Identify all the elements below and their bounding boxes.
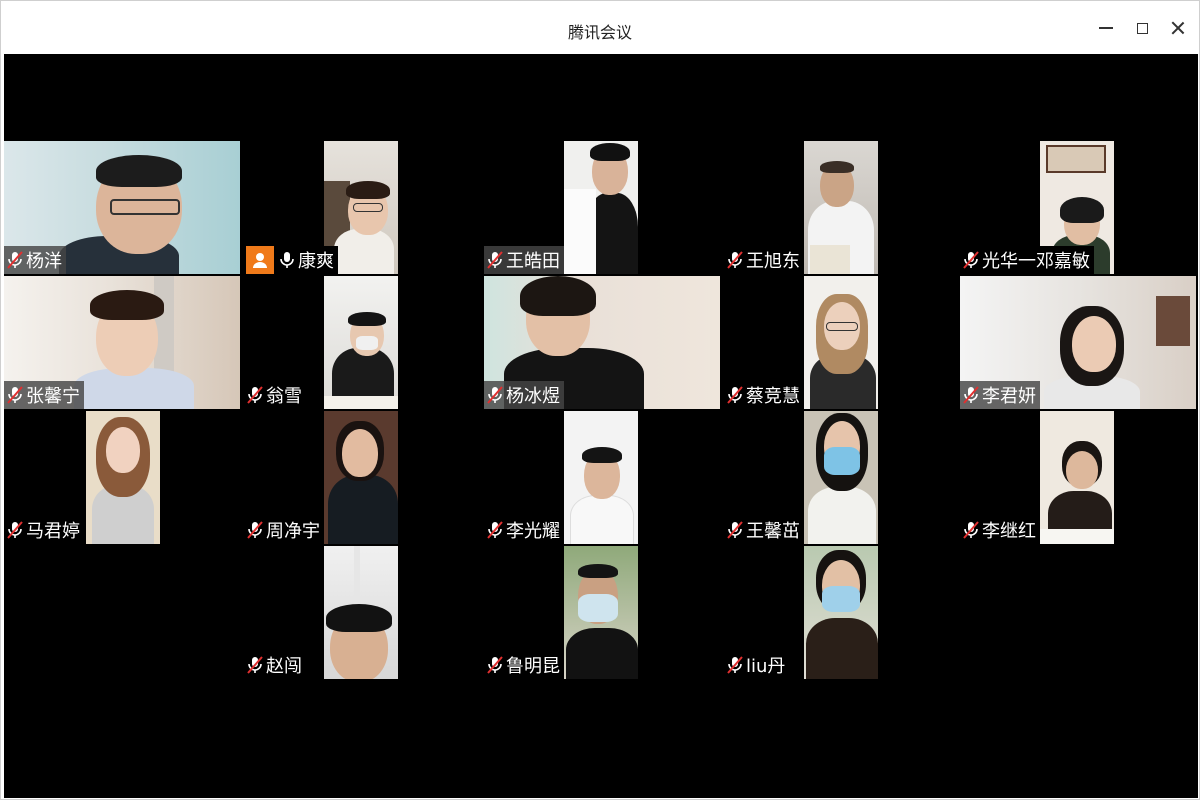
mic-icon bbox=[280, 252, 294, 268]
participant-tile[interactable]: 李继红 bbox=[960, 411, 1196, 544]
participant-video bbox=[564, 141, 638, 274]
participant-label: 王旭东 bbox=[724, 246, 804, 274]
participant-label: 张馨宁 bbox=[4, 381, 84, 409]
participant-video bbox=[804, 141, 878, 274]
mic-muted-icon bbox=[963, 251, 979, 269]
participant-name: 蔡竞慧 bbox=[746, 386, 800, 407]
participant-name: 李君妍 bbox=[982, 386, 1036, 407]
participant-video bbox=[804, 276, 878, 409]
participant-name: liu丹 bbox=[746, 656, 786, 677]
participant-video bbox=[804, 411, 878, 544]
participant-name: 王旭东 bbox=[746, 251, 800, 272]
participant-label: 杨洋 bbox=[4, 246, 66, 274]
participant-tile[interactable]: 王馨茁 bbox=[724, 411, 960, 544]
participant-video bbox=[324, 546, 398, 679]
participant-label: 杨冰煜 bbox=[484, 381, 564, 409]
participant-name: 周净宇 bbox=[266, 521, 320, 542]
mic-muted-icon bbox=[7, 521, 23, 539]
participant-label: liu丹 bbox=[724, 651, 790, 679]
mic-muted-icon bbox=[7, 386, 23, 404]
participant-tile[interactable]: 周净宇 bbox=[244, 411, 480, 544]
participant-label: 周净宇 bbox=[244, 516, 324, 544]
participant-tile[interactable]: 鲁明昆 bbox=[484, 546, 720, 679]
mic-muted-icon bbox=[487, 386, 503, 404]
participant-tile[interactable]: 张馨宁 bbox=[4, 276, 240, 409]
participant-label: 光华一邓嘉敏 bbox=[960, 246, 1094, 274]
minimize-icon bbox=[1099, 27, 1113, 29]
meeting-window: 腾讯会议 杨洋 康爽 王皓田 王旭东 光华一邓嘉敏 张馨宁 翁雪 杨冰煜 蔡竞慧… bbox=[0, 0, 1200, 800]
participant-label: 李光耀 bbox=[484, 516, 564, 544]
participant-tile[interactable]: 杨冰煜 bbox=[484, 276, 720, 409]
participant-label: 李君妍 bbox=[960, 381, 1040, 409]
participant-tile[interactable]: 蔡竞慧 bbox=[724, 276, 960, 409]
participant-label: 王皓田 bbox=[484, 246, 564, 274]
close-button[interactable] bbox=[1165, 15, 1191, 41]
title-bar[interactable]: 腾讯会议 bbox=[1, 1, 1199, 54]
participant-label: 鲁明昆 bbox=[484, 651, 564, 679]
minimize-button[interactable] bbox=[1093, 15, 1119, 41]
participant-name: 张馨宁 bbox=[26, 386, 80, 407]
participant-name: 王皓田 bbox=[506, 251, 560, 272]
user-avatar-icon bbox=[246, 246, 274, 274]
participant-tile[interactable]: 康爽 bbox=[244, 141, 480, 274]
participant-name: 王馨茁 bbox=[746, 521, 800, 542]
close-icon bbox=[1171, 21, 1185, 35]
mic-muted-icon bbox=[247, 521, 263, 539]
participant-name: 光华一邓嘉敏 bbox=[982, 251, 1090, 272]
mic-muted-icon bbox=[247, 386, 263, 404]
mic-muted-icon bbox=[727, 656, 743, 674]
mic-muted-icon bbox=[247, 656, 263, 674]
participant-video bbox=[86, 411, 160, 544]
participant-video bbox=[1040, 411, 1114, 544]
participant-tile[interactable]: liu丹 bbox=[724, 546, 960, 679]
mic-muted-icon bbox=[727, 386, 743, 404]
window-title: 腾讯会议 bbox=[567, 23, 632, 42]
participant-video bbox=[324, 411, 398, 544]
participant-label: 李继红 bbox=[960, 516, 1040, 544]
mic-muted-icon bbox=[487, 521, 503, 539]
mic-muted-icon bbox=[963, 521, 979, 539]
participant-label: 康爽 bbox=[244, 246, 338, 274]
participant-name: 鲁明昆 bbox=[506, 656, 560, 677]
participant-tile[interactable]: 王旭东 bbox=[724, 141, 960, 274]
mic-muted-icon bbox=[7, 251, 23, 269]
participant-tile[interactable]: 王皓田 bbox=[484, 141, 720, 274]
maximize-button[interactable] bbox=[1129, 15, 1155, 41]
participant-name: 赵闯 bbox=[266, 656, 302, 677]
participant-label: 赵闯 bbox=[244, 651, 306, 679]
mic-muted-icon bbox=[727, 251, 743, 269]
mic-muted-icon bbox=[487, 251, 503, 269]
participant-tile[interactable]: 光华一邓嘉敏 bbox=[960, 141, 1196, 274]
mic-muted-icon bbox=[487, 656, 503, 674]
participant-video bbox=[564, 546, 638, 679]
participant-name: 康爽 bbox=[298, 251, 334, 272]
participant-name: 杨洋 bbox=[26, 251, 62, 272]
mic-muted-icon bbox=[963, 386, 979, 404]
participant-name: 马君婷 bbox=[26, 521, 80, 542]
video-grid: 杨洋 康爽 王皓田 王旭东 光华一邓嘉敏 张馨宁 翁雪 杨冰煜 蔡竞慧 李君妍 … bbox=[4, 54, 1198, 798]
participant-video bbox=[324, 276, 398, 409]
participant-name: 李光耀 bbox=[506, 521, 560, 542]
participant-label: 王馨茁 bbox=[724, 516, 804, 544]
participant-tile[interactable]: 李光耀 bbox=[484, 411, 720, 544]
participant-name: 杨冰煜 bbox=[506, 386, 560, 407]
participant-tile[interactable]: 马君婷 bbox=[4, 411, 240, 544]
participant-name: 李继红 bbox=[982, 521, 1036, 542]
participant-video bbox=[564, 411, 638, 544]
participant-video bbox=[804, 546, 878, 679]
participant-name: 翁雪 bbox=[266, 386, 302, 407]
participant-label: 马君婷 bbox=[4, 516, 84, 544]
participant-tile[interactable]: 杨洋 bbox=[4, 141, 240, 274]
mic-muted-icon bbox=[727, 521, 743, 539]
participant-tile[interactable]: 李君妍 bbox=[960, 276, 1196, 409]
participant-label: 蔡竞慧 bbox=[724, 381, 804, 409]
maximize-icon bbox=[1136, 22, 1148, 34]
participant-label: 翁雪 bbox=[244, 381, 306, 409]
participant-tile[interactable]: 赵闯 bbox=[244, 546, 480, 679]
participant-tile[interactable]: 翁雪 bbox=[244, 276, 480, 409]
